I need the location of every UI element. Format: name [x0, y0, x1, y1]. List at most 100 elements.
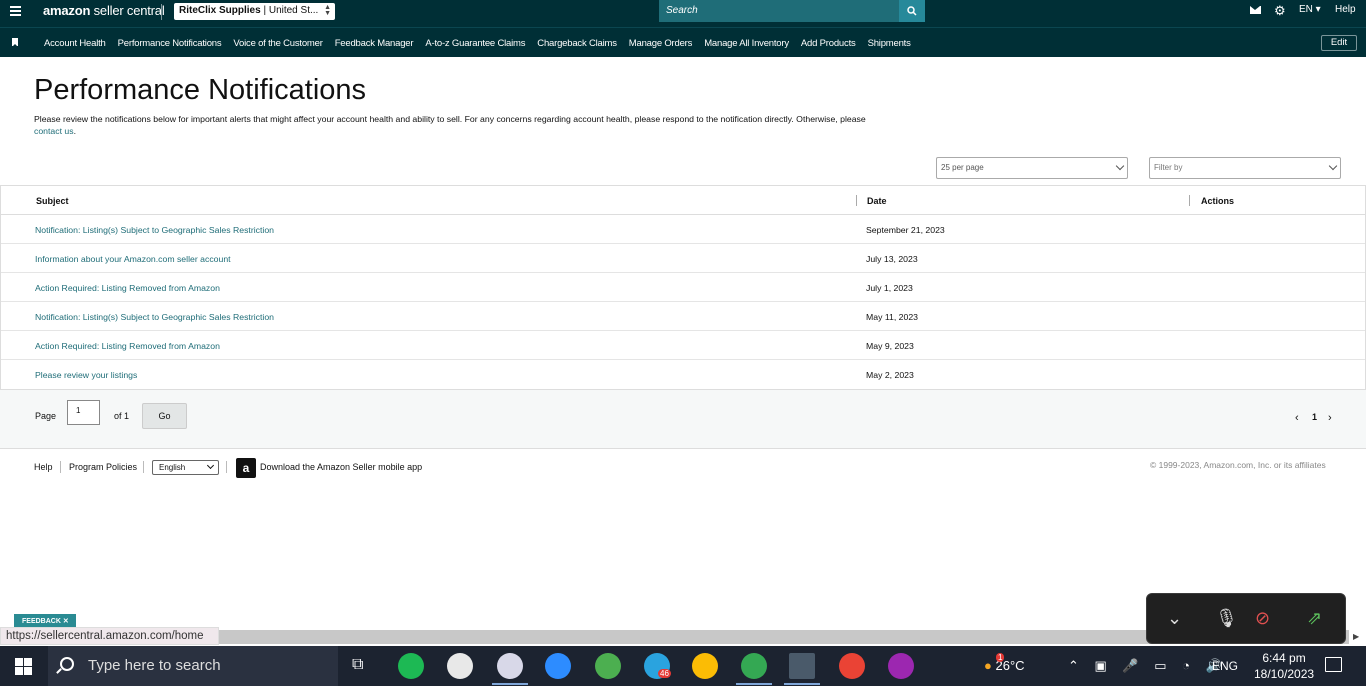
seller-central-logo[interactable]: amazon seller central	[43, 3, 165, 18]
search-icon	[907, 6, 917, 16]
status-bar-url: https://sellercentral.amazon.com/home	[0, 627, 219, 645]
chevron-left-icon[interactable]: ‹	[1295, 412, 1299, 424]
footer-help-link[interactable]: Help	[34, 462, 53, 472]
column-divider	[1189, 195, 1190, 206]
weather-widget[interactable]: ● 1 26°C	[984, 653, 1025, 673]
active-indicator	[784, 683, 820, 685]
go-button[interactable]: Go	[142, 403, 187, 429]
table-header: Subject Date Actions	[1, 186, 1365, 215]
contact-us-link[interactable]: contact us	[34, 126, 74, 136]
camera-off-icon[interactable]: ⊘	[1255, 608, 1270, 629]
task-view-icon[interactable]: ⧉	[352, 656, 363, 674]
bookmark-icon[interactable]	[12, 38, 18, 47]
amazon-app-icon[interactable]: a	[236, 458, 256, 478]
notification-date: July 1, 2023	[866, 283, 913, 293]
nav-item-chargeback-claims[interactable]: Chargeback Claims	[537, 38, 617, 49]
chevron-right-icon[interactable]: ›	[1328, 412, 1332, 424]
per-page-select[interactable]: 25 per page	[936, 157, 1128, 179]
footer-language-select[interactable]: English	[152, 460, 219, 475]
page-number-link[interactable]: 1	[1312, 412, 1317, 422]
table-row: Information about your Amazon.com seller…	[1, 244, 1365, 273]
chevron-down-icon	[1328, 161, 1338, 171]
filter-select[interactable]: Filter by	[1149, 157, 1341, 179]
spotify-icon[interactable]	[398, 653, 424, 679]
chrome-icon[interactable]	[595, 653, 621, 679]
notifications-table: Subject Date Actions Notification: Listi…	[0, 185, 1366, 390]
table-row: Action Required: Listing Removed from Am…	[1, 273, 1365, 302]
mail-icon[interactable]	[1250, 6, 1261, 14]
pagination-bar: Page 1 of 1 Go ‹ 1 ›	[0, 390, 1366, 449]
nav-item-voice-of-customer[interactable]: Voice of the Customer	[233, 38, 322, 49]
search-button[interactable]	[899, 0, 925, 22]
divider	[143, 461, 144, 473]
scroll-right-icon[interactable]: ▶	[1353, 632, 1359, 641]
edit-nav-button[interactable]: Edit	[1321, 35, 1357, 51]
taskbar-search[interactable]: Type here to search	[48, 646, 338, 686]
telegram-icon[interactable]: 46	[644, 653, 671, 679]
notification-date: May 2, 2023	[866, 370, 914, 380]
notification-subject-link[interactable]: Notification: Listing(s) Subject to Geog…	[35, 225, 274, 235]
windows-taskbar: Type here to search ⧉ 46 ● 1 26°C ⌃ ▣ 🎤 …	[0, 646, 1366, 686]
notifications-icon[interactable]	[1325, 657, 1342, 672]
notification-subject-link[interactable]: Action Required: Listing Removed from Am…	[35, 341, 220, 351]
feedback-tab[interactable]: FEEDBACK ✕	[14, 614, 76, 628]
clock[interactable]: 6:44 pm 18/10/2023	[1254, 650, 1314, 682]
chrome-icon[interactable]	[692, 653, 718, 679]
store-selector[interactable]: RiteClix Supplies | United St... ▲ ▼	[174, 3, 335, 20]
notification-subject-link[interactable]: Action Required: Listing Removed from Am…	[35, 283, 220, 293]
gear-icon[interactable]: ⚙	[1274, 4, 1287, 17]
nav-item-account-health[interactable]: Account Health	[44, 38, 106, 49]
column-divider	[856, 195, 857, 206]
search-input[interactable]: Search	[659, 0, 899, 22]
call-controls: ⌄ 🎙 ⊘ ⇗	[1146, 593, 1346, 644]
header-actions: Actions	[1201, 196, 1235, 206]
nav-item-add-products[interactable]: Add Products	[801, 38, 856, 49]
popout-icon[interactable]: ⇗	[1307, 608, 1322, 629]
notification-date: May 11, 2023	[866, 312, 918, 322]
system-tray[interactable]: ⌃ ▣ 🎤 ▭ ◔ 🔊	[1068, 658, 1228, 674]
notification-subject-link[interactable]: Please review your listings	[35, 370, 137, 380]
chrome-icon[interactable]	[839, 653, 865, 679]
chevron-down-icon[interactable]: ⌄	[1167, 608, 1182, 629]
calculator-icon[interactable]	[789, 653, 815, 679]
notification-subject-link[interactable]: Notification: Listing(s) Subject to Geog…	[35, 312, 274, 322]
app-icon[interactable]	[497, 653, 523, 679]
program-policies-link[interactable]: Program Policies	[69, 462, 137, 472]
page-total-label: of 1	[114, 411, 130, 421]
weather-icon: ●	[984, 658, 992, 673]
active-indicator	[492, 683, 528, 685]
windows-start-icon[interactable]	[15, 658, 32, 675]
nav-item-performance-notifications[interactable]: Performance Notifications	[118, 38, 222, 49]
language-indicator[interactable]: ENG	[1212, 659, 1238, 673]
nav-item-manage-inventory[interactable]: Manage All Inventory	[704, 38, 789, 49]
nav-item-manage-orders[interactable]: Manage Orders	[629, 38, 693, 49]
top-bar: amazon seller central RiteClix Supplies …	[0, 0, 1366, 27]
help-link[interactable]: Help	[1335, 4, 1356, 15]
zoom-icon[interactable]	[545, 653, 571, 679]
navigation-bar: Account Health Performance Notifications…	[0, 27, 1366, 57]
chrome-icon[interactable]	[888, 653, 914, 679]
nav-item-a-to-z-claims[interactable]: A-to-z Guarantee Claims	[425, 38, 525, 49]
header-subject: Subject	[36, 196, 69, 206]
clock-app-icon[interactable]	[447, 653, 473, 679]
divider	[161, 4, 162, 20]
page-number-input[interactable]: 1	[67, 400, 100, 425]
table-row: Notification: Listing(s) Subject to Geog…	[1, 302, 1365, 331]
copyright-text: © 1999-2023, Amazon.com, Inc. or its aff…	[1150, 460, 1326, 470]
microphone-icon[interactable]: 🎙	[1215, 608, 1238, 629]
nav-item-shipments[interactable]: Shipments	[868, 38, 911, 49]
page-label: Page	[35, 411, 57, 421]
search-icon	[60, 657, 74, 671]
divider	[226, 461, 227, 473]
divider	[60, 461, 61, 473]
nav-item-feedback-manager[interactable]: Feedback Manager	[335, 38, 414, 49]
chrome-icon[interactable]	[741, 653, 767, 679]
menu-icon[interactable]	[10, 6, 21, 16]
notification-date: September 21, 2023	[866, 225, 945, 235]
sort-arrows-icon: ▲ ▼	[324, 4, 331, 17]
header-date: Date	[867, 196, 887, 206]
chevron-down-icon	[206, 461, 215, 470]
language-selector[interactable]: EN ▾	[1299, 4, 1321, 15]
download-app-link[interactable]: Download the Amazon Seller mobile app	[260, 462, 422, 472]
notification-subject-link[interactable]: Information about your Amazon.com seller…	[35, 254, 231, 264]
